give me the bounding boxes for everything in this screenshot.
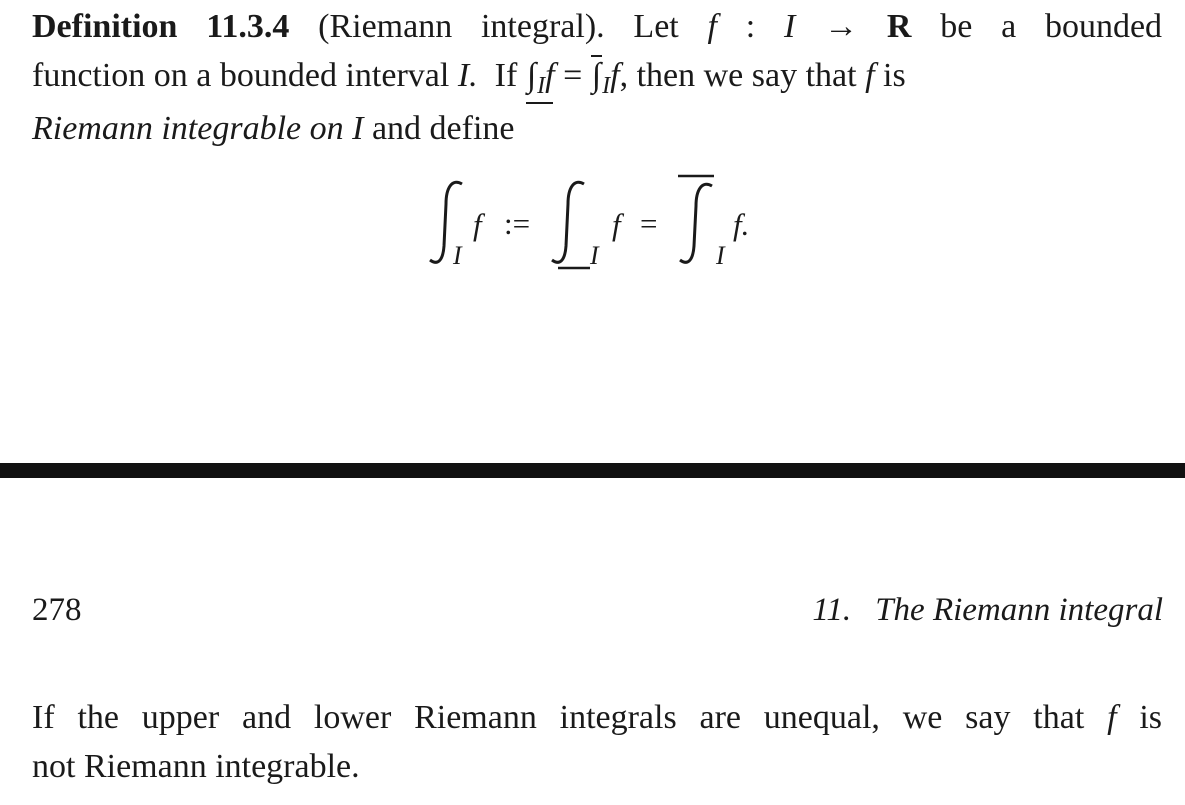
math-f: f	[865, 57, 875, 94]
definition-line-2: function on a bounded interval I. If ∫If…	[32, 51, 1162, 104]
lower-integral-sign: ∫	[525, 51, 554, 104]
continuation-line-1: If the upper and lower Riemann integrals…	[32, 693, 1162, 742]
math-colon: :	[745, 8, 756, 45]
definition-line-3: Riemann integrable on I and define	[32, 104, 1162, 153]
text: and define	[371, 110, 515, 147]
math-subscript: I	[602, 73, 611, 99]
equation-svg: I f := I f = I f.	[429, 174, 749, 270]
math-arrow: →	[824, 8, 859, 45]
text: If	[494, 57, 518, 94]
continuation-line-2: not Riemann integrable.	[32, 748, 360, 785]
definition-line-1: Definition 11.3.4 (Riemann integral). Le…	[32, 2, 1162, 51]
math-f: f	[707, 8, 717, 45]
math-interval: I.	[457, 57, 478, 94]
emphasis-text: Riemann integrable on I	[32, 110, 364, 147]
math-interval: I	[783, 8, 796, 45]
equals-sign: =	[640, 206, 657, 241]
integral-sign-3	[679, 182, 713, 264]
math-subscript: I	[537, 73, 546, 99]
chapter-number: 11.	[812, 592, 852, 628]
page-number: 278	[32, 592, 82, 628]
text: be a bounded	[940, 8, 1163, 45]
math-f: f	[545, 57, 555, 94]
page-break-rule	[0, 463, 1185, 478]
text: is	[1139, 699, 1162, 736]
definition-label: Definition 11.3.4	[32, 8, 290, 45]
integral-3-subscript: I	[715, 241, 726, 270]
upper-integral-sign: ∫	[590, 51, 603, 100]
integral-3-integrand: f.	[733, 207, 749, 242]
continuation-paragraph: If the upper and lower Riemann integrals…	[32, 693, 1162, 791]
integral-1-subscript: I	[452, 241, 463, 270]
text: If the upper and lower Riemann integrals…	[32, 699, 1085, 736]
math-reals: R	[886, 8, 912, 45]
text: is	[883, 57, 906, 94]
math-f: f	[610, 57, 620, 94]
integral-2-integrand: f	[612, 207, 625, 242]
math-f: f	[1107, 699, 1117, 736]
text: , then we say that	[619, 57, 857, 94]
define-operator: :=	[504, 206, 530, 241]
display-equation: I f := I f = I f.	[0, 168, 1185, 278]
running-header: 11. The Riemann integral	[812, 592, 1163, 629]
integral-2-subscript: I	[589, 241, 600, 270]
text: function on a bounded interval	[32, 57, 450, 94]
chapter-title: The Riemann integral	[875, 592, 1163, 628]
math-equals: =	[563, 57, 583, 94]
integral-sign-2	[551, 180, 585, 264]
definition-title: (Riemann integral).	[318, 8, 605, 45]
text: Let	[633, 8, 679, 45]
definition-paragraph: Definition 11.3.4 (Riemann integral). Le…	[32, 2, 1162, 153]
integral-1-integrand: f	[473, 207, 486, 242]
